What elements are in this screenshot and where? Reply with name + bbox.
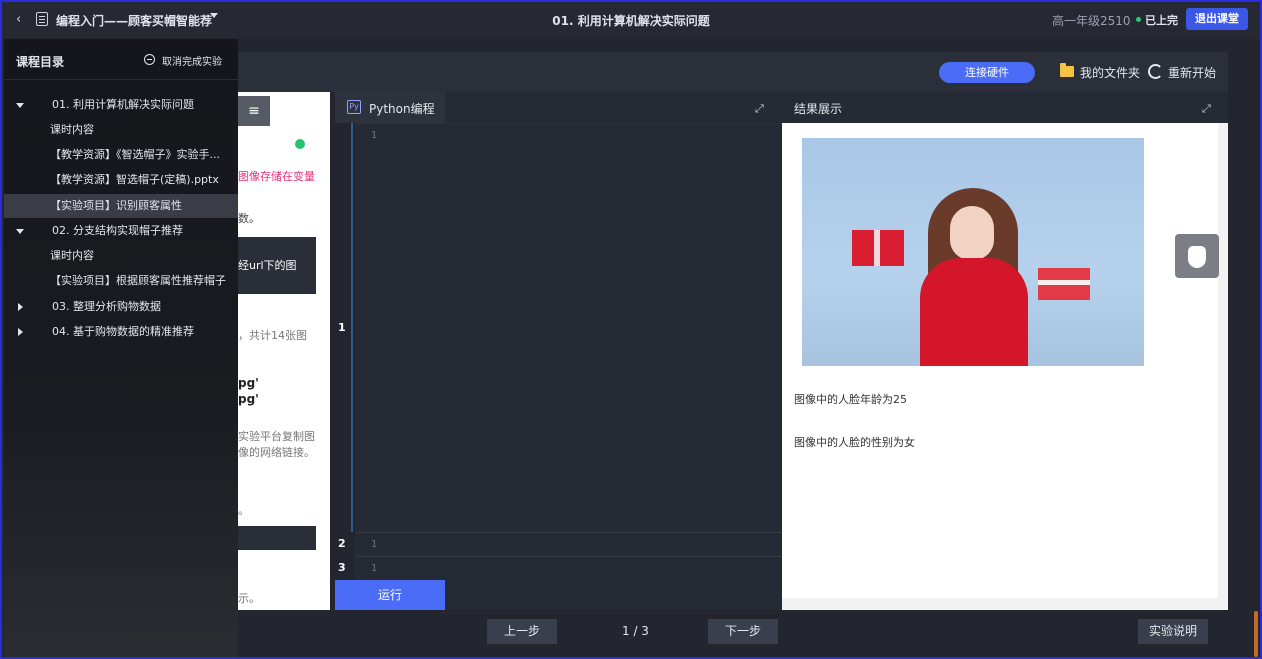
instruction-text: 数。: [238, 212, 260, 225]
tab-python[interactable]: Py Python编程: [335, 92, 445, 123]
line-number: 1: [371, 539, 378, 550]
my-files-link[interactable]: 我的文件夹: [1080, 64, 1140, 81]
instruction-text: 实验平台复制图: [238, 430, 315, 443]
sidebar-item-label: 【教学资源】《智选帽子》实验手...: [50, 148, 220, 161]
instructions-panel: ≡ 图像存储在变量 数。 经url下的图 ，共计14张图 pg' pg' 实验平…: [238, 92, 330, 610]
sidebar-item-label: 【教学资源】智选帽子(定稿).pptx: [50, 173, 219, 186]
image-sweater: [920, 258, 1028, 366]
collapse-panel-button[interactable]: ≡: [238, 96, 270, 126]
sidebar-item-chapter-2[interactable]: 02. 分支结构实现帽子推荐: [4, 219, 238, 243]
connect-hardware-button[interactable]: 连接硬件: [939, 62, 1035, 83]
instruction-text: 。: [238, 504, 249, 517]
instructions-button[interactable]: 实验说明: [1138, 619, 1208, 644]
result-image: [802, 138, 1144, 366]
instruction-highlight: 图像存储在变量: [238, 170, 315, 183]
vertical-scrollbar[interactable]: [1218, 123, 1228, 610]
top-bar: ‹ 编程入门——顾客买帽智能荐 01. 利用计算机解决实际问题 高一年级2510…: [2, 2, 1260, 38]
sidebar-item-label: 04. 基于购物数据的精准推荐: [52, 325, 194, 338]
restart-icon[interactable]: [1148, 64, 1163, 79]
run-bar: [445, 580, 782, 611]
code-editor-panel: Py Python编程 ⤢ 1 1 1 2: [335, 92, 782, 556]
horizontal-scrollbar[interactable]: [782, 598, 1218, 610]
sidebar-title: 课程目录: [16, 55, 65, 69]
page-indicator: 1 / 3: [622, 624, 649, 638]
sidebar-item-recommend-hat[interactable]: 【实验项目】根据顾客属性推荐帽子: [4, 269, 238, 293]
code-line: pg': [238, 392, 259, 406]
sidebar-item-label: 课时内容: [50, 249, 94, 262]
divider: [4, 79, 238, 80]
cancel-icon[interactable]: [144, 54, 155, 65]
chevron-down-icon: [16, 103, 24, 108]
sidebar-item-lesson-content[interactable]: 课时内容: [4, 118, 238, 142]
code-text: 经url下的图: [238, 259, 297, 272]
line-number: 1: [371, 130, 378, 141]
instruction-text: ，共计14张图: [238, 329, 307, 342]
usb-device-icon[interactable]: [1175, 234, 1219, 278]
sidebar-item-label: 03. 整理分析购物数据: [52, 300, 161, 313]
chevron-right-icon: [18, 328, 23, 336]
sidebar-item-chapter-3[interactable]: 03. 整理分析购物数据: [4, 295, 238, 319]
sidebar-item-chapter-4[interactable]: 04. 基于购物数据的精准推荐: [4, 320, 238, 344]
cell-number: 3: [338, 561, 346, 574]
cancel-complete-button[interactable]: 取消完成实验: [162, 53, 222, 68]
gender-output: 图像中的人脸的性别为女: [794, 436, 915, 449]
cell-number: 2: [338, 537, 346, 550]
image-face: [950, 206, 994, 260]
cell-gutter: 3: [335, 556, 355, 580]
sidebar-item-label: 【实验项目】识别顾客属性: [50, 199, 182, 212]
image-gift: [1038, 268, 1090, 300]
sidebar-item-identify-attributes[interactable]: 【实验项目】识别顾客属性: [4, 194, 238, 218]
next-step-button[interactable]: 下一步: [708, 619, 778, 644]
class-grade: 高一年级2510: [1052, 14, 1131, 28]
image-gift: [852, 230, 904, 266]
python-icon: Py: [347, 100, 361, 114]
exit-class-button[interactable]: 退出课堂: [1186, 8, 1248, 30]
code-block: 经url下的图: [238, 237, 316, 294]
check-icon: [295, 139, 305, 149]
result-panel: 结果展示 ⤢ 图像中的人脸年龄为25 图像中的人脸的性别为女: [782, 92, 1228, 610]
sidebar-item-chapter-1[interactable]: 01. 利用计算机解决实际问题: [4, 93, 238, 117]
prev-step-button[interactable]: 上一步: [487, 619, 557, 644]
folder-icon[interactable]: [1060, 63, 1074, 77]
status-badge: 已上完: [1145, 14, 1178, 27]
result-header: 结果展示 ⤢: [782, 92, 1228, 123]
age-output: 图像中的人脸年龄为25: [794, 393, 907, 406]
sidebar-item-label: 【实验项目】根据顾客属性推荐帽子: [50, 274, 226, 287]
chevron-right-icon: [18, 303, 23, 311]
course-catalog-sidebar: 课程目录 取消完成实验 01. 利用计算机解决实际问题 课时内容 【教学资源】《…: [4, 39, 238, 657]
instruction-text: 示。: [238, 592, 260, 605]
expand-icon[interactable]: ⤢: [755, 103, 765, 114]
cell-number: 1: [338, 321, 346, 334]
code-cell-3[interactable]: 1: [355, 556, 782, 580]
result-title: 结果展示: [794, 102, 843, 116]
code-block: [238, 526, 316, 550]
sidebar-item-pptx[interactable]: 【教学资源】智选帽子(定稿).pptx: [4, 168, 238, 192]
sidebar-item-label: 02. 分支结构实现帽子推荐: [52, 224, 183, 237]
run-button[interactable]: 运行: [335, 580, 445, 611]
sidebar-item-label: 01. 利用计算机解决实际问题: [52, 98, 194, 111]
sidebar-item-label: 课时内容: [50, 123, 94, 136]
sidebar-item-lesson-content[interactable]: 课时内容: [4, 244, 238, 268]
restart-link[interactable]: 重新开始: [1168, 64, 1216, 81]
active-cell-marker: [351, 123, 353, 532]
volume-slider[interactable]: [1254, 611, 1258, 657]
chevron-down-icon: [16, 229, 24, 234]
code-cell-1[interactable]: 1: [355, 123, 782, 532]
app-window: ‹ 编程入门——顾客买帽智能荐 01. 利用计算机解决实际问题 高一年级2510…: [0, 0, 1262, 659]
right-gutter: [1228, 52, 1260, 610]
expand-icon[interactable]: ⤢: [1202, 103, 1212, 114]
line-number: 1: [371, 563, 378, 574]
instruction-text: 像的网络链接。: [238, 446, 315, 459]
tab-label: Python编程: [369, 102, 435, 116]
code-cell-2[interactable]: 1: [355, 532, 782, 556]
sidebar-item-manual[interactable]: 【教学资源】《智选帽子》实验手...: [4, 143, 238, 167]
status-dot-icon: [1136, 17, 1141, 22]
code-line: pg': [238, 376, 259, 390]
